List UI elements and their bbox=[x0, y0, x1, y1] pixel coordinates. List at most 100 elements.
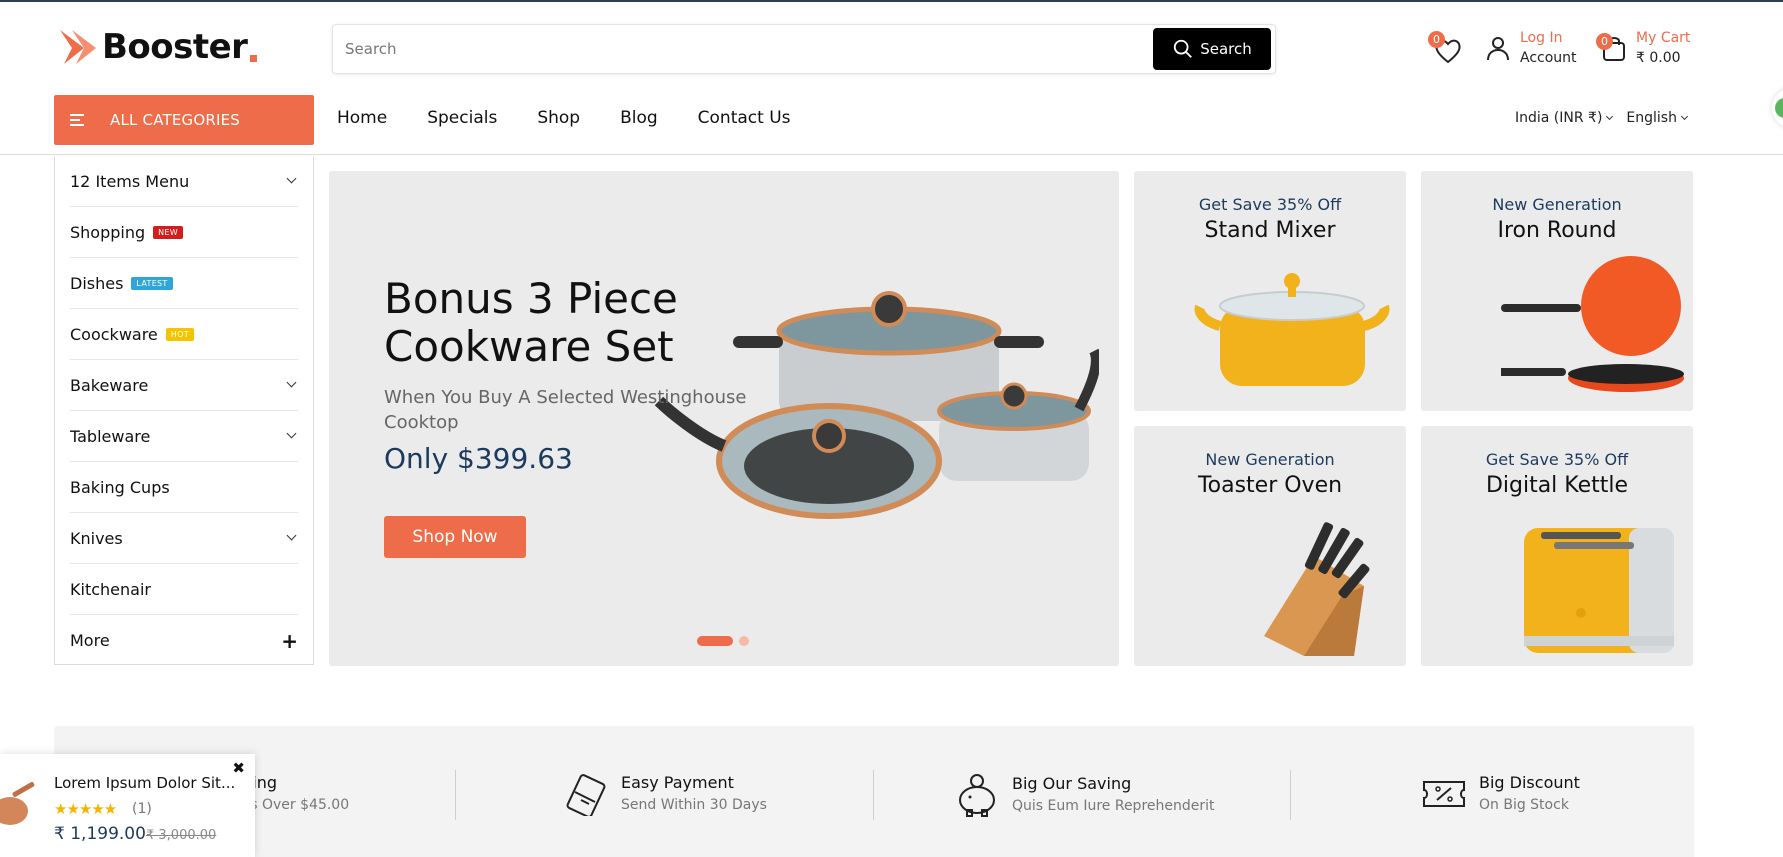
promo-title: Toaster Oven bbox=[1197, 473, 1343, 498]
sidebar-item-label: 12 Items Menu bbox=[70, 171, 190, 191]
sidebar-item-shopping[interactable]: Shopping NEW bbox=[70, 207, 298, 258]
sidebar-item-baking-cups[interactable]: Baking Cups bbox=[70, 462, 298, 513]
cart-count-badge: 0 bbox=[1596, 33, 1613, 50]
chevron-down-icon[interactable] bbox=[286, 377, 297, 388]
shop-now-button[interactable]: Shop Now bbox=[384, 516, 526, 558]
popup-old-price: ₹ 3,000.00 bbox=[146, 828, 217, 843]
plus-icon[interactable]: + bbox=[281, 629, 298, 653]
language-label: English bbox=[1626, 110, 1677, 126]
sidebar-item-dishes[interactable]: Dishes LATEST bbox=[70, 258, 298, 309]
cart-label: My Cart bbox=[1636, 30, 1691, 46]
hero-price: Only $399.63 bbox=[384, 442, 573, 475]
popup-price: ₹ 1,199.00 bbox=[54, 824, 146, 844]
main-nav: Home Specials Shop Blog Contact Us bbox=[337, 108, 791, 128]
new-badge: NEW bbox=[153, 225, 183, 239]
product-thumbnail bbox=[0, 781, 35, 825]
promo-kicker: New Generation bbox=[1205, 450, 1335, 469]
promo-card-toaster-oven[interactable]: New Generation Toaster Oven bbox=[1134, 426, 1406, 666]
discount-ticket-icon bbox=[1423, 781, 1465, 807]
logo-dot bbox=[250, 54, 258, 62]
nav-link-home[interactable]: Home bbox=[337, 108, 387, 128]
promo-card-digital-kettle[interactable]: Get Save 35% Off Digital Kettle bbox=[1421, 426, 1693, 666]
chevron-down-icon[interactable] bbox=[286, 173, 297, 184]
sidebar-item-coockware[interactable]: Coockware HOT bbox=[70, 309, 298, 360]
sidebar-item-label: Knives bbox=[70, 528, 123, 548]
site-logo[interactable]: Booster bbox=[58, 26, 258, 68]
sidebar-item-label: Dishes bbox=[70, 273, 124, 293]
feature-subtitle: Send Within 30 Days bbox=[621, 797, 767, 813]
rating-count: (1) bbox=[132, 801, 152, 817]
latest-badge: LATEST bbox=[131, 276, 173, 290]
promo-title: Stand Mixer bbox=[1204, 218, 1336, 243]
cart-link[interactable]: 0 My Cart ₹ 0.00 bbox=[1596, 28, 1691, 68]
chevron-down-icon bbox=[1680, 112, 1689, 121]
nav-link-specials[interactable]: Specials bbox=[427, 108, 497, 128]
feature-title: Big Our Saving bbox=[1012, 774, 1132, 793]
all-categories-button[interactable]: ALL CATEGORIES bbox=[54, 95, 314, 145]
sidebar-item-12-items-menu[interactable]: 12 Items Menu bbox=[70, 156, 298, 207]
sidebar-item-label: Tableware bbox=[70, 426, 151, 446]
logo-mark-icon bbox=[60, 30, 96, 64]
feature-title: Big Discount bbox=[1479, 773, 1580, 792]
hot-badge: HOT bbox=[165, 327, 194, 341]
currency-label: India (INR ₹) bbox=[1515, 110, 1603, 126]
features-strip: pping lers Over $45.00 Easy Payment Send… bbox=[54, 726, 1694, 857]
knife-block-image bbox=[1264, 522, 1370, 656]
sidebar-item-knives[interactable]: Knives bbox=[70, 513, 298, 564]
sidebar-item-tableware[interactable]: Tableware bbox=[70, 411, 298, 462]
promo-card-stand-mixer[interactable]: Get Save 35% Off Stand Mixer bbox=[1134, 171, 1406, 411]
sidebar-item-more[interactable]: More + bbox=[70, 615, 298, 666]
wishlist-count-badge: 0 bbox=[1428, 31, 1445, 48]
hero-slider: Bonus 3 Piece Cookware Set When You Buy … bbox=[329, 171, 1119, 666]
chevron-down-icon bbox=[1606, 112, 1614, 121]
slider-dot[interactable] bbox=[739, 636, 749, 646]
wishlist-button[interactable]: 0 bbox=[1428, 31, 1466, 68]
category-sidebar: 12 Items Menu Shopping NEW Dishes LATEST C… bbox=[54, 156, 314, 665]
nav-divider bbox=[0, 154, 1783, 155]
feature-big-discount: Big Discount On Big Stock bbox=[1421, 772, 1580, 816]
feature-easy-payment: Easy Payment Send Within 30 Days bbox=[565, 772, 767, 816]
sidebar-item-label: Kitchenair bbox=[70, 579, 151, 599]
user-icon bbox=[1487, 37, 1509, 61]
sidebar-item-label: More bbox=[70, 631, 110, 650]
feature-subtitle: On Big Stock bbox=[1479, 797, 1569, 813]
sidebar-item-label: Baking Cups bbox=[70, 477, 170, 497]
toaster-image bbox=[1524, 528, 1674, 653]
search-icon bbox=[1174, 39, 1193, 58]
sidebar-item-label: Coockware bbox=[70, 324, 158, 344]
recent-purchase-popup[interactable]: ✖ Lorem Ipsum Dolor Sit... ★★★★★ (1) ₹ 1… bbox=[0, 754, 255, 857]
popup-product-name[interactable]: Lorem Ipsum Dolor Sit... bbox=[54, 774, 244, 792]
sidebar-item-label: Bakeware bbox=[70, 375, 149, 395]
chevron-down-icon[interactable] bbox=[286, 428, 297, 439]
language-selector[interactable]: English bbox=[1626, 110, 1689, 126]
promo-kicker: Get Save 35% Off bbox=[1198, 195, 1342, 214]
sidebar-item-label: Shopping bbox=[70, 222, 146, 242]
promo-card-iron-round[interactable]: New Generation Iron Round bbox=[1421, 171, 1693, 411]
all-categories-label: ALL CATEGORIES bbox=[110, 111, 241, 129]
top-border-line bbox=[0, 0, 1783, 2]
hamburger-menu-icon bbox=[70, 111, 84, 129]
feature-divider bbox=[873, 770, 874, 820]
currency-selector[interactable]: India (INR ₹) bbox=[1515, 110, 1614, 126]
feature-big-saving: Big Our Saving Quis Eum Iure Reprehender… bbox=[954, 772, 1215, 818]
search-button[interactable]: Search bbox=[1153, 28, 1271, 70]
feature-divider bbox=[455, 770, 456, 820]
sidebar-item-bakeware[interactable]: Bakeware bbox=[70, 360, 298, 411]
account-link[interactable]: Log In Account bbox=[1484, 28, 1577, 68]
promo-title: Digital Kettle bbox=[1485, 473, 1629, 498]
feature-subtitle: Quis Eum Iure Reprehenderit bbox=[1012, 798, 1215, 814]
nav-link-contact[interactable]: Contact Us bbox=[698, 108, 791, 128]
slider-dot-active[interactable] bbox=[697, 636, 733, 646]
logo-text: Booster bbox=[102, 27, 248, 67]
nav-link-shop[interactable]: Shop bbox=[537, 108, 580, 128]
floating-widget-icon[interactable] bbox=[1772, 88, 1783, 128]
promo-kicker: Get Save 35% Off bbox=[1485, 450, 1629, 469]
frying-pans-image bbox=[1501, 256, 1684, 392]
search-bar: Search bbox=[332, 24, 1276, 74]
nav-link-blog[interactable]: Blog bbox=[620, 108, 658, 128]
login-link[interactable]: Log In bbox=[1520, 28, 1577, 48]
sidebar-item-kitchenair[interactable]: Kitchenair bbox=[70, 564, 298, 615]
star-rating: ★★★★★ bbox=[54, 800, 117, 818]
chevron-down-icon[interactable] bbox=[286, 530, 297, 541]
search-input[interactable] bbox=[345, 35, 1145, 63]
